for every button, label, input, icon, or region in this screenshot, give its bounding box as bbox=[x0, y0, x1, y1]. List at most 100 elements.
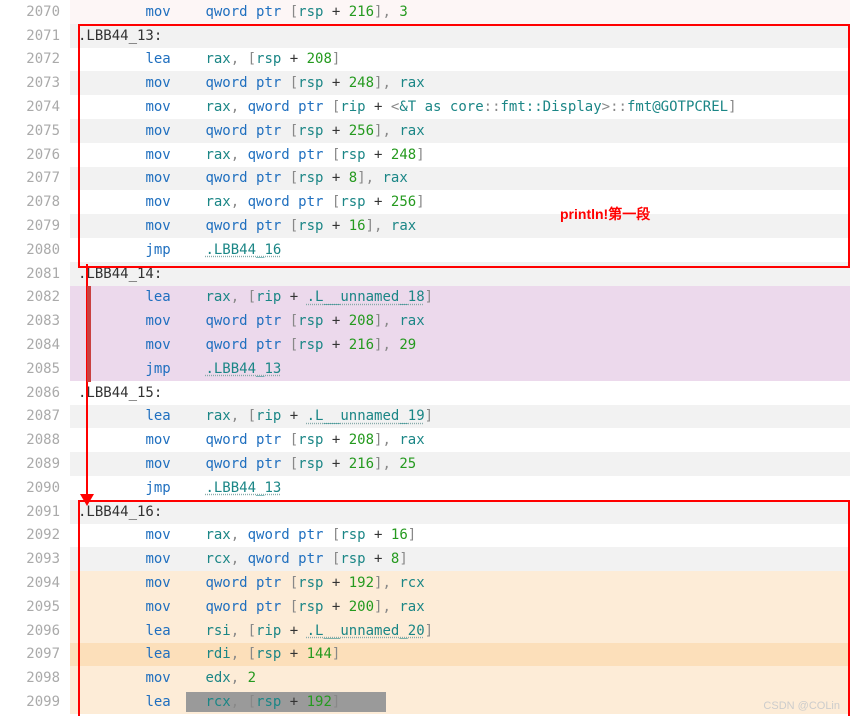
code-content[interactable]: .LBB44_13: bbox=[70, 24, 850, 48]
token: qword ptr bbox=[248, 527, 324, 543]
code-content[interactable]: movqword ptr [rsp + 16], rax bbox=[70, 214, 850, 238]
code-content[interactable]: movqword ptr [rsp + 208], rax bbox=[70, 428, 850, 452]
code-line[interactable]: 2089 movqword ptr [rsp + 216], 25 bbox=[0, 452, 850, 476]
code-line[interactable]: 2071.LBB44_13: bbox=[0, 24, 850, 48]
code-line[interactable]: 2095 movqword ptr [rsp + 200], rax bbox=[0, 595, 850, 619]
code-line[interactable]: 2088 movqword ptr [rsp + 208], rax bbox=[0, 428, 850, 452]
token: rax bbox=[205, 99, 230, 115]
code-content[interactable]: movqword ptr [rsp + 216], 29 bbox=[70, 333, 850, 357]
token: .LBB44_16: bbox=[78, 504, 162, 520]
token: rsp bbox=[298, 218, 323, 234]
code-line[interactable]: 2096 learsi, [rip + .L__unnamed_20] bbox=[0, 619, 850, 643]
code-content[interactable]: movrax, qword ptr [rsp + 248] bbox=[70, 143, 850, 167]
code-line[interactable]: 2080 jmp.LBB44_16 bbox=[0, 238, 850, 262]
token: [ bbox=[281, 170, 298, 186]
token: mov bbox=[145, 337, 205, 353]
token: + bbox=[323, 313, 348, 329]
code-content[interactable]: movedx, 2 bbox=[70, 666, 850, 690]
code-line[interactable]: 2076 movrax, qword ptr [rsp + 248] bbox=[0, 143, 850, 167]
token bbox=[78, 408, 145, 424]
code-content[interactable]: movrax, qword ptr [rsp + 256] bbox=[70, 190, 850, 214]
token: mov bbox=[145, 575, 205, 591]
code-content[interactable]: learcx, [rsp + 192] bbox=[70, 690, 850, 714]
code-line[interactable]: 2074 movrax, qword ptr [rip + <&T as cor… bbox=[0, 95, 850, 119]
code-content[interactable]: movqword ptr [rsp + 200], rax bbox=[70, 595, 850, 619]
token bbox=[78, 694, 145, 710]
token: ], bbox=[374, 432, 399, 448]
code-content[interactable]: movqword ptr [rsp + 256], rax bbox=[70, 119, 850, 143]
token bbox=[78, 218, 145, 234]
token: 3 bbox=[399, 4, 407, 20]
token: rsi bbox=[205, 623, 230, 639]
code-content[interactable]: jmp.LBB44_13 bbox=[70, 476, 850, 500]
code-content[interactable]: movqword ptr [rsp + 8], rax bbox=[70, 167, 850, 191]
code-line[interactable]: 2075 movqword ptr [rsp + 256], rax bbox=[0, 119, 850, 143]
code-content[interactable]: .LBB44_16: bbox=[70, 500, 850, 524]
code-content[interactable]: learax, [rip + .L__unnamed_18] bbox=[70, 286, 850, 310]
token: .LBB44_14: bbox=[78, 266, 162, 282]
code-line[interactable]: 2086.LBB44_15: bbox=[0, 381, 850, 405]
token: qword ptr bbox=[205, 218, 281, 234]
code-line[interactable]: 2083 movqword ptr [rsp + 208], rax bbox=[0, 309, 850, 333]
code-content[interactable]: leardi, [rsp + 144] bbox=[70, 643, 850, 667]
token: mov bbox=[145, 75, 205, 91]
code-line[interactable]: 2091.LBB44_16: bbox=[0, 500, 850, 524]
code-line[interactable]: 2090 jmp.LBB44_13 bbox=[0, 476, 850, 500]
code-line[interactable]: 2098 movedx, 2 bbox=[0, 666, 850, 690]
token: ] bbox=[416, 194, 424, 210]
code-content[interactable]: jmp.LBB44_13 bbox=[70, 357, 850, 381]
code-content[interactable]: movqword ptr [rsp + 248], rax bbox=[70, 71, 850, 95]
code-line[interactable]: 2070 movqword ptr [rsp + 216], 3 bbox=[0, 0, 850, 24]
token: [ bbox=[281, 218, 298, 234]
token: [ bbox=[281, 599, 298, 615]
code-line[interactable]: 2099 learcx, [rsp + 192] bbox=[0, 690, 850, 714]
code-content[interactable]: movqword ptr [rsp + 216], 3 bbox=[70, 0, 850, 24]
token: lea bbox=[145, 289, 205, 305]
token: rsp bbox=[256, 51, 281, 67]
code-content[interactable]: movqword ptr [rsp + 192], rcx bbox=[70, 571, 850, 595]
token: , bbox=[231, 147, 248, 163]
token: ], bbox=[374, 575, 399, 591]
code-line[interactable]: 2079 movqword ptr [rsp + 16], rax bbox=[0, 214, 850, 238]
token: qword ptr bbox=[205, 123, 281, 139]
token: mov bbox=[145, 551, 205, 567]
code-content[interactable]: learsi, [rip + .L__unnamed_20] bbox=[70, 619, 850, 643]
code-content[interactable]: learax, [rip + .L__unnamed_19] bbox=[70, 405, 850, 429]
code-content[interactable]: movrax, qword ptr [rip + <&T as core::fm… bbox=[70, 95, 850, 119]
token: rax bbox=[399, 123, 424, 139]
token: + bbox=[281, 51, 306, 67]
code-line[interactable]: 2093 movrcx, qword ptr [rsp + 8] bbox=[0, 547, 850, 571]
code-content[interactable]: learax, [rsp + 208] bbox=[70, 48, 850, 72]
code-content[interactable]: movqword ptr [rsp + 216], 25 bbox=[70, 452, 850, 476]
code-content[interactable]: movrax, qword ptr [rsp + 16] bbox=[70, 524, 850, 548]
code-line[interactable]: 2092 movrax, qword ptr [rsp + 16] bbox=[0, 524, 850, 548]
token: rsp bbox=[298, 432, 323, 448]
token: ] bbox=[408, 527, 416, 543]
code-content[interactable]: jmp.LBB44_16 bbox=[70, 238, 850, 262]
code-line[interactable]: 2077 movqword ptr [rsp + 8], rax bbox=[0, 167, 850, 191]
code-line[interactable]: 2073 movqword ptr [rsp + 248], rax bbox=[0, 71, 850, 95]
token: 192 bbox=[349, 575, 374, 591]
code-line[interactable]: 2084 movqword ptr [rsp + 216], 29 bbox=[0, 333, 850, 357]
code-viewer: 2070 movqword ptr [rsp + 216], 32071.LBB… bbox=[0, 0, 850, 716]
purple-block-marker bbox=[87, 286, 91, 382]
code-line[interactable]: 2085 jmp.LBB44_13 bbox=[0, 357, 850, 381]
code-line[interactable]: 2097 leardi, [rsp + 144] bbox=[0, 643, 850, 667]
token bbox=[78, 194, 145, 210]
code-line[interactable]: 2094 movqword ptr [rsp + 192], rcx bbox=[0, 571, 850, 595]
token: rip bbox=[256, 623, 281, 639]
code-line[interactable]: 2078 movrax, qword ptr [rsp + 256] bbox=[0, 190, 850, 214]
code-content[interactable]: .LBB44_15: bbox=[70, 381, 850, 405]
token: mov bbox=[145, 4, 205, 20]
annotation-label: println!第一段 bbox=[560, 204, 650, 224]
code-content[interactable]: movrcx, qword ptr [rsp + 8] bbox=[70, 547, 850, 571]
line-number: 2086 bbox=[0, 381, 70, 405]
code-line[interactable]: 2082 learax, [rip + .L__unnamed_18] bbox=[0, 286, 850, 310]
token: lea bbox=[145, 646, 205, 662]
code-line[interactable]: 2072 learax, [rsp + 208] bbox=[0, 48, 850, 72]
code-content[interactable]: .LBB44_14: bbox=[70, 262, 850, 286]
token: 29 bbox=[399, 337, 416, 353]
code-line[interactable]: 2087 learax, [rip + .L__unnamed_19] bbox=[0, 405, 850, 429]
code-line[interactable]: 2081.LBB44_14: bbox=[0, 262, 850, 286]
code-content[interactable]: movqword ptr [rsp + 208], rax bbox=[70, 309, 850, 333]
